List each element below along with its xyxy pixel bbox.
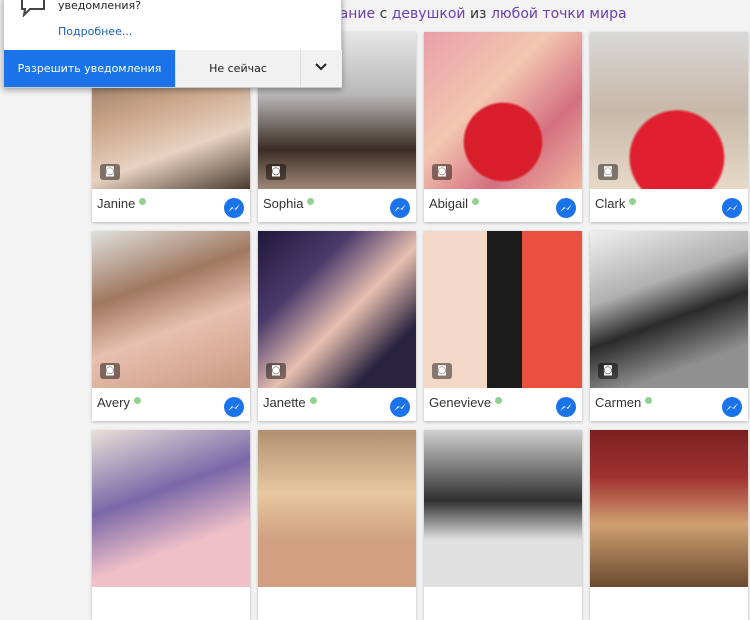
- headline-word: с: [379, 6, 388, 22]
- camera-icon: ◙: [266, 363, 286, 379]
- online-indicator: [139, 198, 147, 205]
- headline-word: любой точки мира: [490, 6, 627, 22]
- profile-card[interactable]: [590, 430, 748, 620]
- more-options-button[interactable]: [300, 50, 342, 87]
- profile-name[interactable]: Abigail: [429, 196, 480, 211]
- allow-notifications-button[interactable]: Разрешить уведомления: [4, 50, 175, 87]
- profile-card[interactable]: ◙ Avery: [92, 231, 250, 421]
- messenger-icon[interactable]: [224, 397, 244, 417]
- messenger-icon[interactable]: [390, 198, 410, 218]
- camera-icon: ◙: [432, 363, 452, 379]
- profile-card[interactable]: ◙ Genevieve: [424, 231, 582, 421]
- online-indicator: [645, 397, 653, 404]
- profile-photo[interactable]: [258, 430, 416, 587]
- online-indicator: [134, 397, 141, 404]
- page-headline: дание с девушкой из любой точки мира: [330, 6, 627, 26]
- learn-more-link[interactable]: Подробнее...: [58, 25, 132, 38]
- online-indicator: [629, 198, 637, 205]
- notification-permission-dialog: уведомления? Подробнее... Разрешить увед…: [3, 0, 342, 88]
- chevron-down-icon: [315, 63, 327, 71]
- messenger-icon[interactable]: [224, 198, 244, 218]
- profile-name[interactable]: Genevieve: [429, 395, 503, 410]
- camera-icon: ◙: [100, 363, 120, 379]
- not-now-button[interactable]: Не сейчас: [175, 50, 300, 87]
- messenger-icon[interactable]: [722, 397, 742, 417]
- camera-icon: ◙: [266, 164, 286, 180]
- messenger-icon[interactable]: [556, 397, 576, 417]
- profile-card[interactable]: ◙ Clark: [590, 32, 748, 222]
- profile-photo[interactable]: [590, 430, 748, 587]
- messenger-icon[interactable]: [722, 198, 742, 218]
- profile-name[interactable]: Janette: [263, 395, 317, 410]
- profile-card[interactable]: ◙ Carmen: [590, 231, 748, 421]
- messenger-icon[interactable]: [556, 198, 576, 218]
- online-indicator: [309, 397, 317, 404]
- profile-name[interactable]: Sophia: [263, 196, 315, 211]
- profile-name[interactable]: Avery: [97, 395, 141, 410]
- headline-word: девушкой: [391, 6, 466, 22]
- messenger-icon[interactable]: [390, 397, 410, 417]
- chat-bubble-icon: [18, 0, 48, 21]
- profile-name[interactable]: Clark: [595, 196, 637, 211]
- camera-icon: ◙: [100, 164, 120, 180]
- profile-grid: ◙ Janine ◙ Sophia ◙ Abigail ◙ Clark ◙ Av…: [92, 32, 750, 620]
- online-indicator: [307, 198, 315, 205]
- online-indicator: [495, 397, 503, 404]
- profile-card[interactable]: ◙ Janette: [258, 231, 416, 421]
- profile-name[interactable]: Carmen: [595, 395, 653, 410]
- headline-word: из: [469, 6, 487, 22]
- dialog-question: уведомления?: [58, 0, 141, 12]
- profile-photo[interactable]: [424, 430, 582, 587]
- profile-card[interactable]: ◙ Abigail: [424, 32, 582, 222]
- profile-name[interactable]: Janine: [97, 196, 147, 211]
- profile-photo[interactable]: [92, 430, 250, 587]
- profile-card[interactable]: [92, 430, 250, 620]
- online-indicator: [472, 198, 480, 205]
- profile-card[interactable]: [258, 430, 416, 620]
- camera-icon: ◙: [432, 164, 452, 180]
- profile-card[interactable]: [424, 430, 582, 620]
- camera-icon: ◙: [598, 363, 618, 379]
- camera-icon: ◙: [598, 164, 618, 180]
